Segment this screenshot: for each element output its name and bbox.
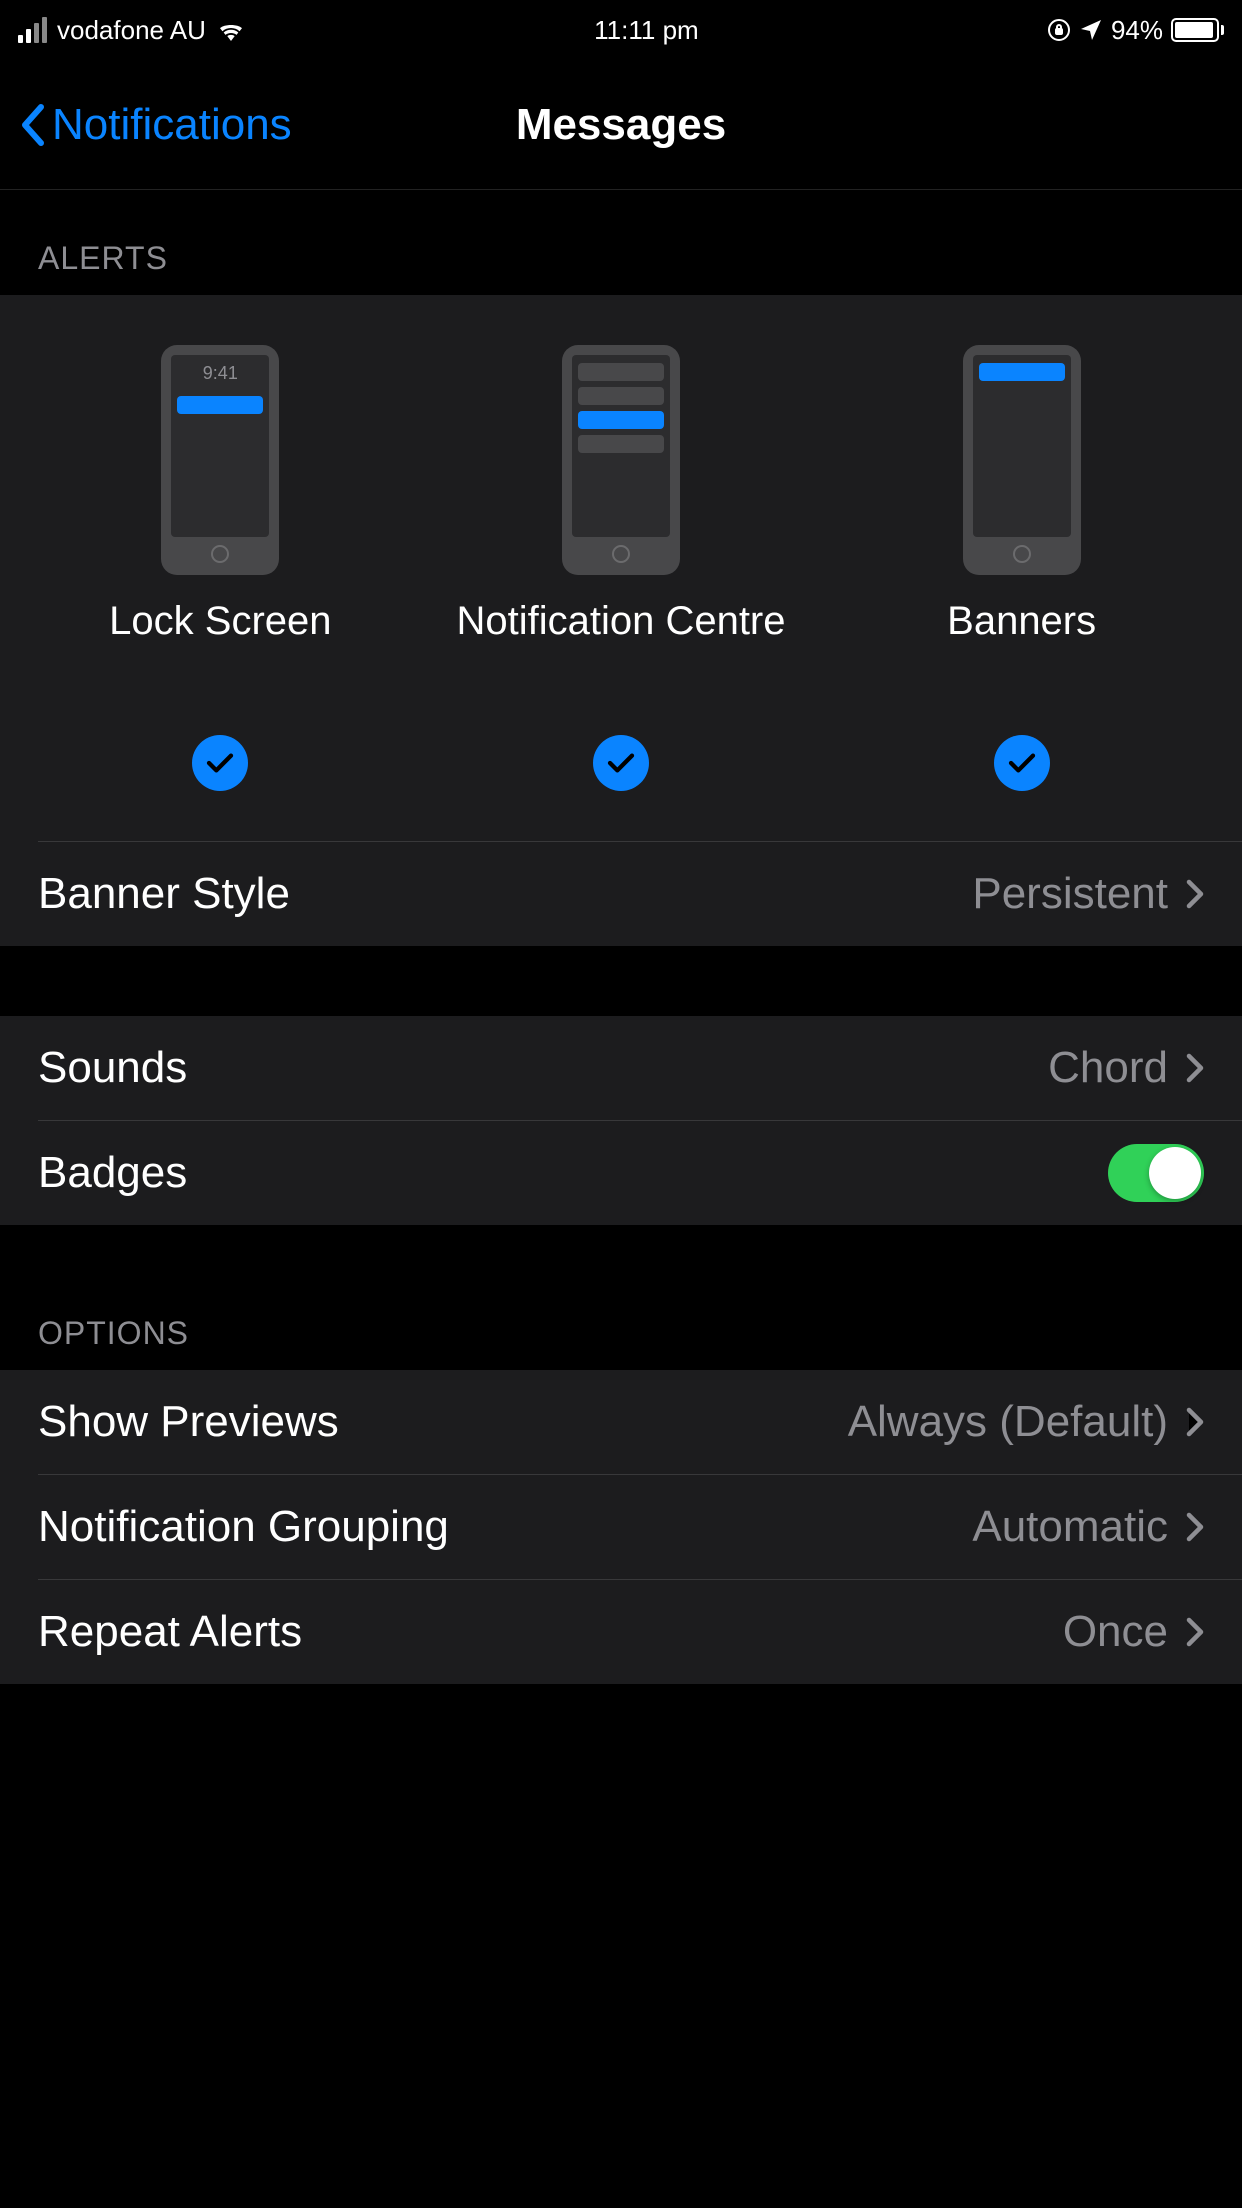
signal-icon	[18, 17, 47, 43]
check-icon	[994, 735, 1050, 791]
back-label: Notifications	[52, 100, 292, 150]
mock-time: 9:41	[177, 363, 263, 384]
alerts-panel: 9:41 Lock Screen Notification	[0, 295, 1242, 946]
row-label: Sounds	[38, 1043, 187, 1093]
row-value: Chord	[1048, 1043, 1168, 1093]
page-title: Messages	[516, 100, 726, 150]
chevron-right-icon	[1186, 1617, 1204, 1647]
row-label: Notification Grouping	[38, 1502, 449, 1552]
row-badges: Badges	[0, 1121, 1242, 1225]
nav-header: Notifications Messages	[0, 60, 1242, 190]
row-label: Banner Style	[38, 869, 290, 919]
row-label: Show Previews	[38, 1397, 339, 1447]
alert-type-lock-screen[interactable]: 9:41 Lock Screen	[22, 345, 419, 791]
check-icon	[192, 735, 248, 791]
status-time: 11:11 pm	[594, 15, 699, 46]
chevron-left-icon	[20, 103, 46, 147]
alert-label-lock-screen: Lock Screen	[109, 595, 331, 705]
chevron-right-icon	[1186, 1053, 1204, 1083]
phone-mock-lock-screen-icon: 9:41	[161, 345, 279, 575]
battery-icon	[1171, 18, 1224, 42]
alert-label-banners: Banners	[947, 595, 1096, 705]
orientation-lock-icon	[1047, 18, 1071, 42]
row-value: Always (Default)	[848, 1397, 1168, 1447]
carrier-label: vodafone AU	[57, 15, 206, 46]
chevron-right-icon	[1186, 1407, 1204, 1437]
row-notification-grouping[interactable]: Notification Grouping Automatic	[0, 1475, 1242, 1579]
back-button[interactable]: Notifications	[20, 100, 292, 150]
chevron-right-icon	[1186, 1512, 1204, 1542]
section-header-alerts: ALERTS	[0, 190, 1242, 295]
check-icon	[593, 735, 649, 791]
battery-percent: 94%	[1111, 15, 1163, 46]
row-sounds[interactable]: Sounds Chord	[0, 1016, 1242, 1120]
alert-type-banners[interactable]: Banners	[823, 345, 1220, 791]
row-value: Once	[1063, 1607, 1168, 1657]
row-label: Repeat Alerts	[38, 1607, 302, 1657]
alert-type-notification-centre[interactable]: Notification Centre	[423, 345, 820, 791]
alert-label-notification-centre: Notification Centre	[456, 595, 785, 705]
phone-mock-banners-icon	[963, 345, 1081, 575]
row-label: Badges	[38, 1148, 187, 1198]
row-banner-style[interactable]: Banner Style Persistent	[0, 842, 1242, 946]
row-show-previews[interactable]: Show Previews Always (Default)	[0, 1370, 1242, 1474]
chevron-right-icon	[1186, 879, 1204, 909]
phone-mock-notification-centre-icon	[562, 345, 680, 575]
wifi-icon	[216, 19, 246, 41]
location-icon	[1079, 18, 1103, 42]
status-bar: vodafone AU 11:11 pm 94%	[0, 0, 1242, 60]
row-value: Automatic	[972, 1502, 1168, 1552]
badges-toggle[interactable]	[1108, 1144, 1204, 1202]
row-repeat-alerts[interactable]: Repeat Alerts Once	[0, 1580, 1242, 1684]
row-value: Persistent	[972, 869, 1168, 919]
section-header-options: OPTIONS	[0, 1225, 1242, 1370]
